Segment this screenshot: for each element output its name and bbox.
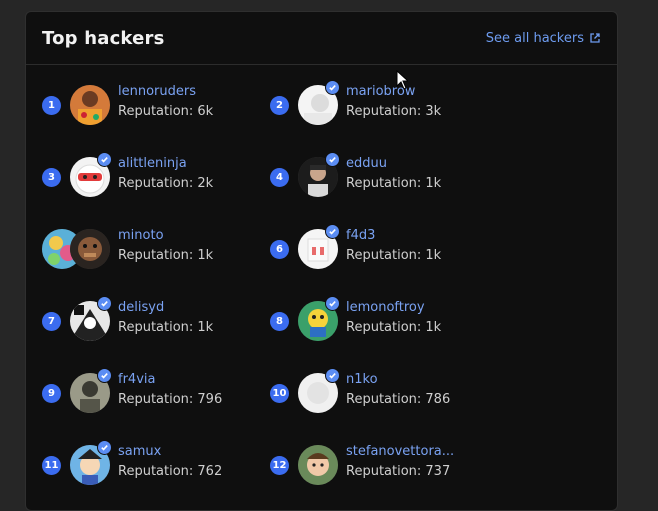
hacker-username[interactable]: edduu (346, 156, 387, 171)
hacker-reputation: Reputation: 1k (346, 176, 442, 191)
verified-icon (325, 368, 340, 383)
hacker-reputation: Reputation: 1k (118, 320, 214, 335)
rank-badge: 4 (270, 168, 289, 187)
hacker-username[interactable]: lemonoftroy (346, 300, 425, 315)
verified-icon (97, 368, 112, 383)
hacker-username[interactable]: stefanovettora... (346, 444, 454, 459)
hacker-username[interactable]: lennoruders (118, 84, 196, 99)
hacker-entry: 9 fr4via Reputation: 796 (42, 368, 282, 418)
hacker-entry: minoto Reputation: 1k (42, 224, 282, 274)
see-all-label: See all hackers (485, 30, 584, 46)
hacker-username[interactable]: fr4via (118, 372, 155, 387)
hacker-entry: 2 mariobrow Reputation: 3k (270, 80, 510, 130)
hacker-reputation: Reputation: 3k (346, 104, 442, 119)
verified-icon (325, 296, 340, 311)
hacker-username[interactable]: f4d3 (346, 228, 375, 243)
hacker-entry: 1 lennoruders Reputation: 6k (42, 80, 282, 130)
hacker-reputation: Reputation: 6k (118, 104, 214, 119)
hacker-username[interactable]: alittleninja (118, 156, 187, 171)
hacker-reputation: Reputation: 796 (118, 392, 223, 407)
card-header: Top hackers See all hackers (26, 12, 617, 65)
external-link-icon (590, 33, 600, 43)
hacker-entry: 7 delisyd Reputation: 1k (42, 296, 282, 346)
rank-badge: 6 (270, 240, 289, 259)
hacker-reputation: Reputation: 1k (118, 248, 214, 263)
hacker-entry: 3 alittleninja Reputation: 2k (42, 152, 282, 202)
rank-badge: 8 (270, 312, 289, 331)
hacker-username[interactable]: delisyd (118, 300, 164, 315)
hacker-entry: 10 n1ko Reputation: 786 (270, 368, 510, 418)
mouse-cursor-icon (396, 70, 408, 90)
hacker-reputation: Reputation: 1k (346, 320, 442, 335)
top-hackers-card: Top hackers See all hackers 1 lennoruder… (25, 11, 618, 511)
hacker-entry: 11 samux Reputation: 762 (42, 440, 282, 490)
rank-badge: 7 (42, 312, 61, 331)
rank-badge: 2 (270, 96, 289, 115)
hacker-reputation: Reputation: 2k (118, 176, 214, 191)
rank-badge: 10 (270, 384, 289, 403)
verified-icon (97, 296, 112, 311)
hacker-entry: 4 edduu Reputation: 1k (270, 152, 510, 202)
hacker-entry: 12 stefanovettora... Reputation: 737 (270, 440, 510, 490)
avatar[interactable] (70, 85, 110, 125)
hacker-reputation: Reputation: 786 (346, 392, 451, 407)
hacker-username[interactable]: samux (118, 444, 161, 459)
hacker-entry: 6 f4d3 Reputation: 1k (270, 224, 510, 274)
hacker-reputation: Reputation: 762 (118, 464, 223, 479)
verified-icon (325, 80, 340, 95)
rank-badge: 3 (42, 168, 61, 187)
rank-badge: 12 (270, 456, 289, 475)
avatar[interactable] (70, 229, 110, 269)
card-title: Top hackers (42, 27, 165, 49)
verified-icon (325, 152, 340, 167)
hacker-reputation: Reputation: 737 (346, 464, 451, 479)
hacker-username[interactable]: n1ko (346, 372, 378, 387)
verified-icon (97, 440, 112, 455)
hacker-entry: 8 lemonoftroy Reputation: 1k (270, 296, 510, 346)
avatar[interactable] (298, 445, 338, 485)
see-all-hackers-link[interactable]: See all hackers (486, 31, 601, 46)
verified-icon (325, 224, 340, 239)
verified-icon (97, 152, 112, 167)
hacker-username[interactable]: minoto (118, 228, 164, 243)
rank-badge: 9 (42, 384, 61, 403)
rank-badge: 1 (42, 96, 61, 115)
rank-badge: 11 (42, 456, 61, 475)
hacker-reputation: Reputation: 1k (346, 248, 442, 263)
